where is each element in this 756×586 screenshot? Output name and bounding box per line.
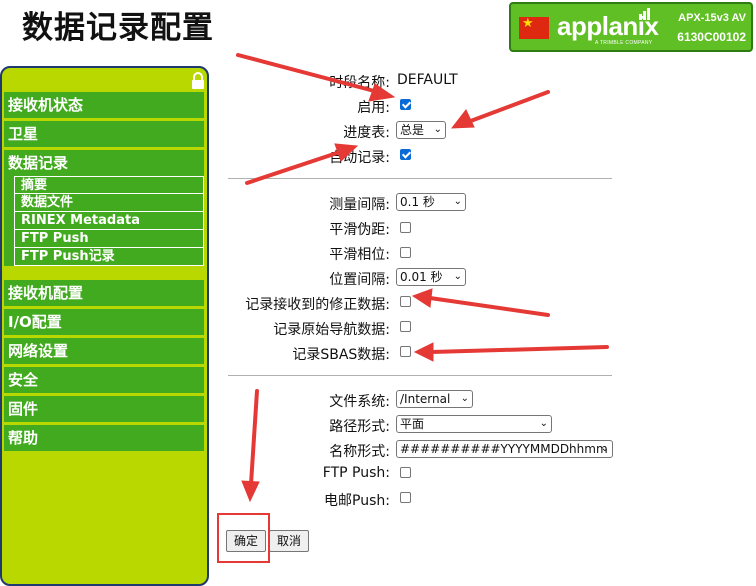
smooth-pseudorange-checkbox[interactable]	[400, 222, 411, 233]
measure-interval-label: 测量间隔:	[329, 197, 390, 213]
device-model: APX-15v3 AV	[678, 12, 746, 24]
submenu-rinex-metadata[interactable]: RINEX Metadata	[14, 212, 204, 230]
sidebar-item-satellites[interactable]: 卫星	[4, 121, 204, 147]
name-style-value: ##########YYYYMMDDhhmm	[400, 442, 608, 456]
chevron-down-icon: ⌄	[460, 393, 469, 404]
record-sbas-label: 记录SBAS数据:	[292, 347, 390, 363]
arrow-head-icon	[450, 109, 475, 129]
ftp-push-label: FTP Push:	[322, 465, 390, 481]
sidebar-item-firmware[interactable]: 固件	[4, 396, 204, 422]
sidebar-item-network[interactable]: 网络设置	[4, 338, 204, 364]
session-name-value: DEFAULT	[397, 72, 458, 88]
sidebar-item-label[interactable]: 数据记录	[4, 150, 204, 176]
sidebar-item-help[interactable]: 帮助	[4, 425, 204, 451]
record-corrections-label: 记录接收到的修正数据:	[245, 297, 390, 313]
schedule-label: 进度表:	[343, 125, 390, 141]
chevron-down-icon: ⌄	[433, 124, 442, 135]
path-style-value: 平面	[400, 417, 425, 431]
smooth-phase-label: 平滑相位:	[329, 247, 390, 263]
arrow-icon	[249, 389, 259, 486]
smooth-pseudorange-label: 平滑伪距:	[329, 222, 390, 238]
record-corrections-checkbox[interactable]	[400, 296, 411, 307]
submenu-ftp-push-log[interactable]: FTP Push记录	[14, 248, 204, 266]
chevron-down-icon: ⌄	[453, 271, 462, 282]
chevron-down-icon: ⌄	[539, 418, 548, 429]
measure-interval-select[interactable]: 0.1 秒 ⌄	[396, 193, 466, 211]
email-push-checkbox[interactable]	[400, 492, 411, 503]
page-title: 数据记录配置	[22, 10, 214, 46]
china-flag-icon: ★	[519, 16, 549, 39]
device-serial: 6130C00102	[677, 30, 746, 44]
submenu-data-files[interactable]: 数据文件	[14, 194, 204, 212]
auto-record-checkbox[interactable]	[400, 149, 411, 160]
path-style-select[interactable]: 平面 ⌄	[396, 415, 552, 433]
brand-name: applanix	[557, 11, 659, 41]
arrow-icon	[466, 90, 550, 124]
chevron-down-icon: ⌄	[453, 196, 462, 207]
enable-label: 启用:	[357, 100, 390, 116]
submenu-ftp-push[interactable]: FTP Push	[14, 230, 204, 248]
name-style-select[interactable]: ##########YYYYMMDDhhmm ⌄	[396, 440, 613, 458]
sidebar-item-data-logging[interactable]: 数据记录 摘要 数据文件 RINEX Metadata FTP Push FTP…	[4, 150, 204, 266]
divider	[228, 178, 612, 179]
applanix-logo: ★ applanix A TRIMBLE COMPANY APX-15v3 AV…	[509, 2, 753, 52]
sidebar-item-receiver-config[interactable]: 接收机配置	[4, 280, 204, 306]
auto-record-label: 自动记录:	[329, 150, 390, 166]
position-interval-select[interactable]: 0.01 秒 ⌄	[396, 268, 466, 286]
schedule-select[interactable]: 总是 ⌄	[396, 121, 446, 139]
name-style-label: 名称形式:	[329, 444, 390, 460]
smooth-phase-checkbox[interactable]	[400, 247, 411, 258]
position-interval-value: 0.01 秒	[400, 270, 443, 284]
sidebar-item-security[interactable]: 安全	[4, 367, 204, 393]
chevron-down-icon: ⌄	[600, 443, 609, 454]
ftp-push-checkbox[interactable]	[400, 467, 411, 478]
record-nav-checkbox[interactable]	[400, 321, 411, 332]
enable-checkbox[interactable]	[400, 99, 411, 110]
divider	[228, 375, 612, 376]
arrow-head-icon	[411, 288, 433, 308]
path-style-label: 路径形式:	[329, 419, 390, 435]
lock-icon	[192, 72, 204, 89]
position-interval-label: 位置间隔:	[329, 272, 390, 288]
submenu-summary[interactable]: 摘要	[14, 176, 204, 194]
cancel-button[interactable]: 取消	[269, 530, 309, 552]
arrow-head-icon	[241, 480, 260, 503]
file-system-value: /Internal	[400, 392, 451, 406]
sidebar-item-receiver-status[interactable]: 接收机状态	[4, 92, 204, 118]
file-system-select[interactable]: /Internal ⌄	[396, 390, 473, 408]
highlight-box	[217, 513, 270, 563]
arrow-icon	[430, 345, 609, 354]
session-name-label: 时段名称:	[329, 75, 390, 91]
measure-interval-value: 0.1 秒	[400, 195, 435, 209]
email-push-label: 电邮Push:	[324, 493, 390, 509]
record-nav-label: 记录原始导航数据:	[273, 322, 390, 338]
arrow-icon	[428, 296, 550, 317]
brand-tagline: A TRIMBLE COMPANY	[595, 40, 653, 46]
arrow-head-icon	[413, 342, 434, 362]
schedule-select-value: 总是	[400, 123, 425, 137]
file-system-label: 文件系统:	[329, 394, 390, 410]
record-sbas-checkbox[interactable]	[400, 346, 411, 357]
sidebar-item-io-config[interactable]: I/O配置	[4, 309, 204, 335]
